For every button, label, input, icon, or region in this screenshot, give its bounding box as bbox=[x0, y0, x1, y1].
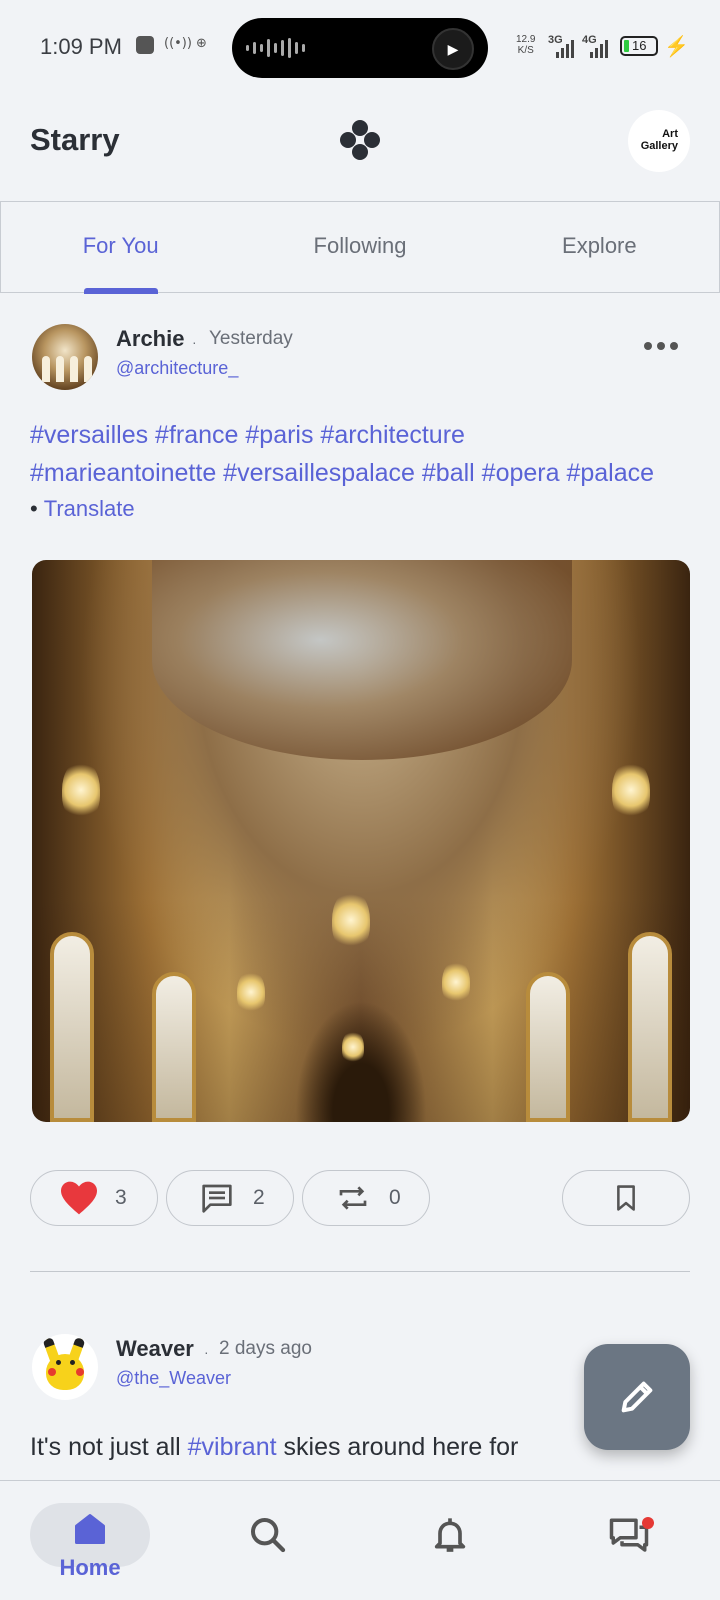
post-author[interactable]: Weaver bbox=[116, 1336, 194, 1362]
bookmark-button[interactable] bbox=[562, 1170, 690, 1226]
like-button[interactable]: 3 bbox=[30, 1170, 158, 1226]
chandelier bbox=[442, 960, 470, 1004]
chandelier bbox=[237, 970, 265, 1014]
profile-badge-line2: Gallery bbox=[640, 140, 678, 152]
signal-bars-icon bbox=[590, 38, 608, 58]
arch bbox=[50, 932, 94, 1122]
pikachu-ear bbox=[42, 1336, 60, 1362]
post-author[interactable]: Archie bbox=[116, 326, 184, 352]
pikachu-ear bbox=[68, 1336, 86, 1362]
audio-wave-icon bbox=[246, 38, 305, 58]
post-divider bbox=[30, 1271, 690, 1272]
vpn-icon: ⊕ bbox=[196, 36, 207, 51]
app-logo-icon[interactable] bbox=[340, 120, 380, 160]
comment-button[interactable]: 2 bbox=[166, 1170, 294, 1226]
home-icon[interactable] bbox=[72, 1511, 108, 1547]
feed-tabs: For You Following Explore bbox=[0, 201, 720, 294]
signal-bars-icon bbox=[556, 38, 574, 58]
pikachu-cheek bbox=[48, 1368, 56, 1376]
tab-following[interactable]: Following bbox=[240, 202, 479, 292]
notifications-bell-icon[interactable] bbox=[430, 1515, 470, 1555]
repost-button[interactable]: 0 bbox=[302, 1170, 430, 1226]
tab-for-you[interactable]: For You bbox=[1, 202, 240, 294]
post-time: 2 days ago bbox=[219, 1338, 312, 1359]
hashtag-link[interactable]: #vibrant bbox=[188, 1433, 277, 1461]
status-time: 1:09 PM bbox=[40, 34, 122, 59]
profile-avatar[interactable]: Art Gallery bbox=[628, 110, 690, 172]
charging-icon: ⚡ bbox=[664, 36, 689, 58]
bookmark-icon bbox=[617, 1185, 635, 1211]
author-avatar[interactable] bbox=[32, 324, 98, 390]
bullet: • bbox=[30, 496, 38, 521]
arch bbox=[526, 972, 570, 1122]
network-speed: 12.9 K/S bbox=[516, 34, 535, 56]
hashtags-line2[interactable]: #marieantoinette #versaillespalace #ball… bbox=[30, 454, 700, 492]
post-hashtags[interactable]: #versailles #france #paris #architecture… bbox=[30, 416, 700, 492]
search-icon[interactable] bbox=[248, 1515, 288, 1555]
post-time: Yesterday bbox=[209, 328, 293, 349]
comment-icon bbox=[202, 1184, 232, 1213]
post-text-part: skies around here for bbox=[276, 1433, 519, 1461]
ceiling-fresco bbox=[152, 560, 572, 760]
home-label[interactable]: Home bbox=[30, 1555, 150, 1581]
app-header: Starry Art Gallery bbox=[0, 92, 720, 200]
like-count: 3 bbox=[115, 1186, 127, 1209]
more-options-icon[interactable] bbox=[644, 342, 678, 350]
pikachu-eye bbox=[70, 1360, 75, 1365]
battery-icon: 16 bbox=[620, 36, 658, 56]
post-text-part: It's not just all bbox=[30, 1433, 188, 1461]
post-handle[interactable]: @architecture_ bbox=[116, 358, 238, 379]
comment-count: 2 bbox=[253, 1186, 265, 1209]
hotspot-icon: ((•)) bbox=[164, 36, 192, 51]
pikachu-eye bbox=[56, 1360, 61, 1365]
translate-row: • Translate bbox=[30, 496, 135, 522]
translate-link[interactable]: Translate bbox=[44, 496, 135, 521]
battery-level: 16 bbox=[632, 38, 647, 53]
tab-explore[interactable]: Explore bbox=[480, 202, 719, 292]
hashtags-line1[interactable]: #versailles #france #paris #architecture bbox=[30, 416, 700, 454]
chandelier bbox=[62, 760, 100, 820]
profile-badge-line1: Art bbox=[662, 128, 678, 140]
net-speed-value: 12.9 bbox=[516, 34, 536, 45]
chandelier bbox=[612, 760, 650, 820]
unread-badge bbox=[642, 1517, 654, 1529]
chandelier bbox=[342, 1030, 364, 1064]
author-avatar[interactable] bbox=[32, 1334, 98, 1400]
notification-square-icon bbox=[136, 36, 154, 54]
pencil-icon bbox=[621, 1381, 653, 1413]
repost-icon bbox=[339, 1186, 367, 1210]
post-handle[interactable]: @the_Weaver bbox=[116, 1368, 231, 1389]
status-bar: 1:09 PM ((•)) ⊕ ▶ 12.9 K/S 3G 4G 16 ⚡ bbox=[0, 0, 720, 92]
bottom-nav: Home bbox=[0, 1480, 720, 1600]
play-icon[interactable]: ▶ bbox=[432, 28, 474, 70]
separator-dot: · bbox=[192, 334, 197, 350]
media-island[interactable]: ▶ bbox=[232, 18, 488, 78]
chandelier bbox=[332, 890, 370, 950]
arch bbox=[628, 932, 672, 1122]
heart-icon bbox=[61, 1181, 97, 1215]
net-speed-unit: K/S bbox=[517, 45, 534, 56]
repost-count: 0 bbox=[389, 1186, 401, 1209]
separator-dot: · bbox=[204, 1344, 209, 1360]
app-title: Starry bbox=[30, 122, 120, 157]
post-image[interactable] bbox=[32, 560, 690, 1122]
pikachu-cheek bbox=[76, 1368, 84, 1376]
compose-button[interactable] bbox=[584, 1344, 690, 1450]
arch bbox=[152, 972, 196, 1122]
